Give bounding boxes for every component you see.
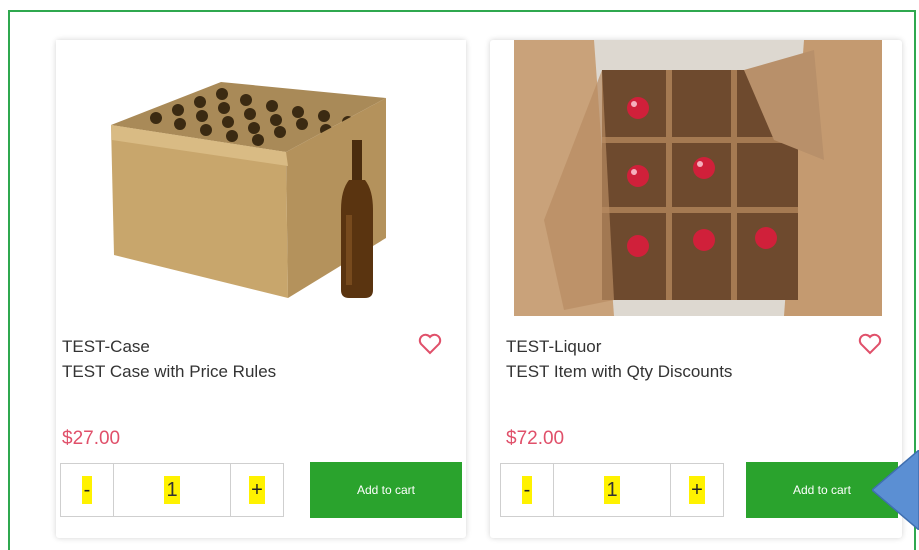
product-image-case[interactable] <box>56 40 466 316</box>
product-code[interactable]: TEST-Liquor <box>506 337 601 357</box>
product-name[interactable]: TEST Item with Qty Discounts <box>506 362 732 382</box>
qty-decrement-button[interactable]: - <box>61 464 113 516</box>
qty-plus-label: + <box>249 476 265 504</box>
product-name[interactable]: TEST Case with Price Rules <box>62 362 276 382</box>
qty-minus-label: - <box>81 476 93 504</box>
quantity-stepper: - 1 + <box>500 463 724 517</box>
heart-icon[interactable] <box>858 333 882 355</box>
callout-arrow <box>870 449 919 531</box>
qty-plus-label: + <box>689 476 705 504</box>
product-card: TEST-Liquor TEST Item with Qty Discounts… <box>490 40 902 538</box>
qty-increment-button[interactable]: + <box>671 464 723 516</box>
qty-value: 1 <box>164 476 180 504</box>
qty-value: 1 <box>604 476 620 504</box>
quantity-stepper: - 1 + <box>60 463 284 517</box>
heart-icon[interactable] <box>418 333 442 355</box>
qty-input[interactable]: 1 <box>113 464 231 516</box>
product-price: $72.00 <box>506 428 565 449</box>
qty-input[interactable]: 1 <box>553 464 671 516</box>
product-price: $27.00 <box>62 428 121 449</box>
qty-minus-label: - <box>521 476 533 504</box>
product-image-liquor[interactable] <box>514 40 882 316</box>
product-code[interactable]: TEST-Case <box>62 337 150 357</box>
add-to-cart-button[interactable]: Add to cart <box>310 462 462 518</box>
qty-decrement-button[interactable]: - <box>501 464 553 516</box>
product-card: TEST-Case TEST Case with Price Rules $27… <box>56 40 466 538</box>
qty-increment-button[interactable]: + <box>231 464 283 516</box>
